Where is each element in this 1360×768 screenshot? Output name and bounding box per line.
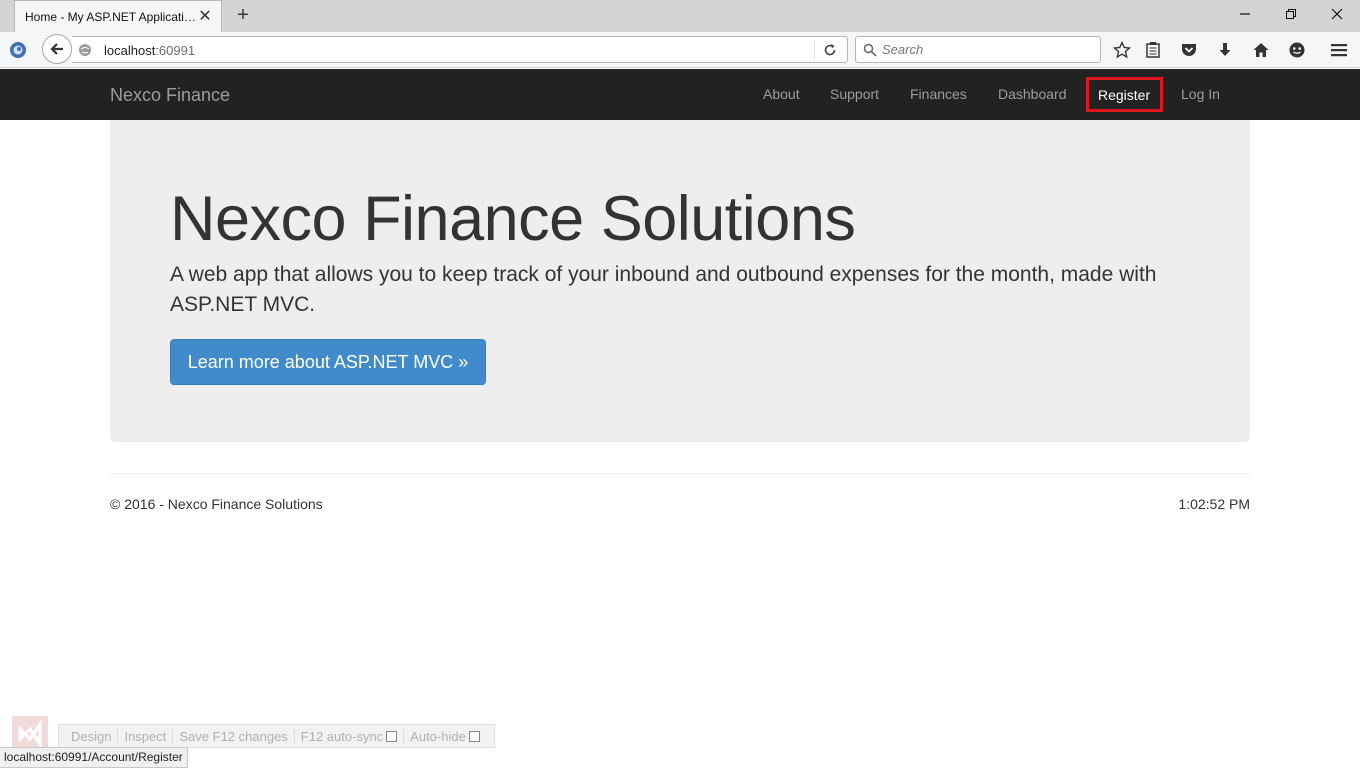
brand-link[interactable]: Nexco Finance (110, 85, 230, 106)
browser-toolbar: localhost:60991 (0, 32, 1360, 68)
download-icon[interactable] (1216, 41, 1234, 59)
footer-time: 1:02:52 PM (1178, 496, 1250, 512)
back-arrow-icon (50, 43, 63, 55)
footer-copyright: © 2016 - Nexco Finance Solutions (110, 496, 323, 512)
hamburger-menu-icon[interactable] (1330, 41, 1348, 59)
nav-dashboard[interactable]: Dashboard (998, 86, 1067, 102)
bookmark-star-icon[interactable] (1113, 41, 1131, 59)
address-bar[interactable]: localhost:60991 (72, 36, 848, 63)
learn-more-button[interactable]: Learn more about ASP.NET MVC » (170, 339, 486, 385)
inspect-button[interactable]: Inspect (118, 728, 174, 744)
search-icon (863, 43, 877, 57)
nav-support[interactable]: Support (830, 86, 879, 102)
auto-hide-label: Auto-hide (410, 728, 466, 744)
browser-window: { "browser": { "tab_title": "Home - My A… (0, 0, 1360, 768)
pocket-icon[interactable] (1180, 41, 1198, 59)
hello-chat-icon[interactable] (1288, 41, 1306, 59)
tab-home[interactable]: Home - My ASP.NET Applicati… ✕ (14, 0, 222, 32)
site-navbar: Nexco Finance About Support Finances Das… (0, 69, 1360, 120)
url-port: :60991 (155, 43, 196, 58)
search-box[interactable] (855, 36, 1101, 63)
browser-link-toolbar: Design Inspect Save F12 changes F12 auto… (58, 724, 495, 748)
restore-icon[interactable] (1280, 5, 1302, 27)
url-host: localhost (104, 43, 156, 58)
auto-hide-checkbox[interactable] (468, 730, 480, 742)
f12-auto-sync-label: F12 auto-sync (300, 728, 384, 744)
close-tab-icon[interactable]: ✕ (197, 8, 213, 25)
new-tab-icon[interactable]: + (232, 5, 254, 27)
save-f12-changes-button[interactable]: Save F12 changes (173, 728, 295, 744)
nav-login[interactable]: Log In (1181, 86, 1220, 102)
url-text[interactable]: localhost:60991 (104, 43, 195, 58)
f12-auto-sync-option[interactable]: F12 auto-sync (295, 728, 405, 744)
reading-list-icon[interactable] (1144, 41, 1162, 59)
close-window-icon[interactable] (1326, 5, 1348, 27)
design-button[interactable]: Design (65, 728, 119, 744)
lead-text: A web app that allows you to keep track … (170, 263, 1157, 316)
reload-icon[interactable] (822, 42, 838, 58)
nav-register[interactable]: Register (1098, 87, 1150, 103)
url-separator (814, 40, 815, 60)
firefox-logo-icon (8, 40, 28, 60)
home-icon[interactable] (1252, 41, 1270, 59)
search-input[interactable] (882, 42, 1082, 57)
minimize-icon[interactable] (1234, 5, 1256, 27)
f12-auto-sync-checkbox[interactable] (386, 730, 398, 742)
jumbotron: Nexco Finance Solutions A web app that a… (110, 120, 1250, 442)
footer-divider (110, 473, 1250, 474)
site-info-icon[interactable] (78, 43, 92, 57)
status-bar-url: localhost:60991/Account/Register (0, 747, 188, 768)
nav-register-highlight[interactable]: Register (1086, 77, 1163, 112)
page-title: Nexco Finance Solutions (170, 184, 856, 254)
tab-strip: Home - My ASP.NET Applicati… ✕ + (0, 0, 1360, 32)
nav-finances[interactable]: Finances (910, 86, 967, 102)
back-button[interactable] (42, 34, 72, 64)
nav-about[interactable]: About (763, 86, 800, 102)
auto-hide-option[interactable]: Auto-hide (404, 729, 486, 744)
tab-title: Home - My ASP.NET Applicati… (25, 9, 196, 24)
